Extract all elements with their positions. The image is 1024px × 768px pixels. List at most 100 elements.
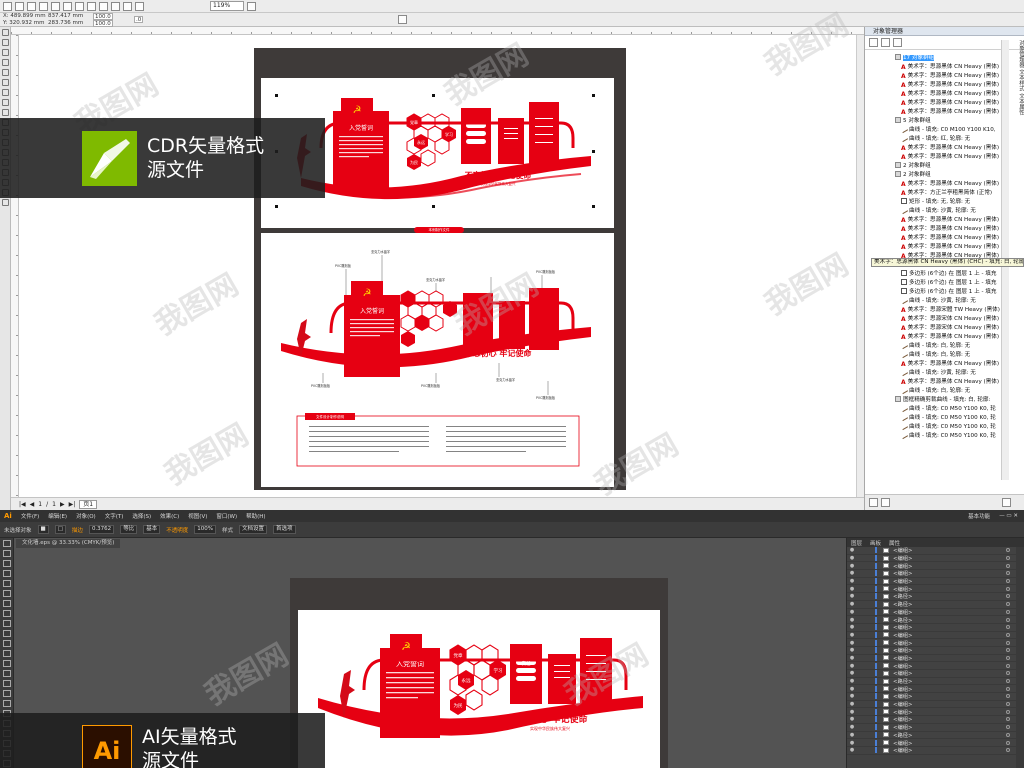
object-group-row[interactable]: 17 对象群组 <box>865 54 1005 63</box>
visibility-eye-icon[interactable]: ● <box>847 655 857 661</box>
object-row[interactable]: A 美术字：思源宋体 CN Heavy (黑体) <box>865 315 1005 324</box>
object-row[interactable]: A美术字：思源黑体 CN Heavy (黑体) <box>865 81 1005 90</box>
object-row[interactable]: 多边形 (6个边) 在 图层 1 上 - 填充 <box>865 288 1005 297</box>
width-tool-icon[interactable] <box>3 650 11 657</box>
visibility-eye-icon[interactable]: ● <box>847 593 857 599</box>
object-row[interactable]: A美术字：思源黑体 CN Heavy (黑体) <box>865 153 1005 162</box>
selection-handle[interactable] <box>592 94 595 97</box>
smart-fill-icon[interactable] <box>2 79 9 86</box>
gradient-tool-icon[interactable] <box>3 690 11 697</box>
target-circle-icon[interactable] <box>1006 655 1010 660</box>
visibility-eye-icon[interactable]: ● <box>847 640 857 646</box>
selection-handle[interactable] <box>592 205 595 208</box>
type-tool-icon[interactable] <box>3 580 11 587</box>
object-row[interactable]: 曲线 - 填充: 白, 轮廓: 无 <box>865 385 1005 396</box>
layer-row[interactable]: ● <路径> <box>847 616 1024 624</box>
full-screen-icon[interactable] <box>247 1 256 11</box>
visibility-eye-icon[interactable]: ● <box>847 693 857 699</box>
paste-icon[interactable] <box>75 1 84 11</box>
rotate-tool-icon[interactable] <box>3 630 11 637</box>
rectangle-tool-icon[interactable] <box>3 600 11 607</box>
new-master-layer-icon[interactable] <box>881 498 890 507</box>
object-row[interactable]: A美术字：思源黑体 CN Heavy (黑体) <box>865 243 1005 252</box>
target-circle-icon[interactable] <box>1006 717 1010 722</box>
layer-row[interactable]: ● <编组> <box>847 639 1024 647</box>
visibility-eye-icon[interactable]: ● <box>847 647 857 653</box>
target-circle-icon[interactable] <box>1006 632 1010 637</box>
selection-handle[interactable] <box>432 205 435 208</box>
visibility-eye-icon[interactable]: ● <box>847 709 857 715</box>
zoom-level-field[interactable]: 119% <box>210 1 244 11</box>
next-page-icon[interactable]: ▶ <box>60 501 65 508</box>
target-circle-icon[interactable] <box>1006 732 1010 737</box>
target-circle-icon[interactable] <box>1006 702 1010 707</box>
layer-row[interactable]: ● <编组> <box>847 547 1024 555</box>
target-circle-icon[interactable] <box>1006 725 1010 730</box>
menu-select[interactable]: 选择(S) <box>132 512 151 520</box>
window-controls[interactable]: — ▭ ✕ <box>999 513 1018 519</box>
visibility-eye-icon[interactable]: ● <box>847 617 857 623</box>
target-circle-icon[interactable] <box>1006 571 1010 576</box>
menu-view[interactable]: 视图(V) <box>188 512 207 520</box>
layer-row[interactable]: ● <编组> <box>847 647 1024 655</box>
layer-row[interactable]: ● <编组> <box>847 724 1024 732</box>
layer-row[interactable]: ● <编组> <box>847 670 1024 678</box>
layer-manager-view-icon[interactable] <box>893 38 902 47</box>
menu-type[interactable]: 文字(T) <box>105 512 124 520</box>
object-row[interactable]: A美术字：思源黑体 CN Heavy (黑体) <box>865 108 1005 117</box>
layer-row[interactable]: ● <路径> <box>847 678 1024 686</box>
crop-tool-icon[interactable] <box>2 49 9 56</box>
layer-row[interactable]: ● <编组> <box>847 739 1024 747</box>
copy-icon[interactable] <box>63 1 72 11</box>
cut-icon[interactable] <box>51 1 60 11</box>
layer-row[interactable]: ● <路径> <box>847 731 1024 740</box>
free-transform-icon[interactable] <box>3 660 11 667</box>
target-circle-icon[interactable] <box>1006 671 1010 676</box>
layer-row[interactable]: ● <路径> <box>847 593 1024 601</box>
target-circle-icon[interactable] <box>1006 694 1010 699</box>
menu-window[interactable]: 窗口(W) <box>216 512 237 520</box>
menu-effect[interactable]: 效果(C) <box>160 512 179 520</box>
layer-row[interactable]: ● <编组> <box>847 608 1024 617</box>
save-icon[interactable] <box>27 1 36 11</box>
height-value[interactable]: 283.736 mm <box>48 20 83 27</box>
tab-artboards[interactable]: 画板 <box>870 539 881 547</box>
prev-page-icon[interactable]: ◀ <box>30 501 35 508</box>
visibility-eye-icon[interactable]: ● <box>847 570 857 576</box>
selection-handle[interactable] <box>432 94 435 97</box>
paintbrush-icon[interactable] <box>3 610 11 617</box>
visibility-eye-icon[interactable]: ● <box>847 678 857 684</box>
visibility-eye-icon[interactable]: ● <box>847 555 857 561</box>
selection-handle[interactable] <box>592 150 595 153</box>
object-row[interactable]: 曲线 - 填充: C0 M50 Y100 K0, 轮 <box>865 421 1005 432</box>
stroke-weight-field[interactable]: 0.3762 <box>88 525 115 534</box>
opacity-field[interactable]: 100% <box>194 525 216 534</box>
visibility-eye-icon[interactable]: ● <box>847 601 857 607</box>
layer-row[interactable]: ● <编组> <box>847 662 1024 670</box>
target-circle-icon[interactable] <box>1006 679 1010 684</box>
target-circle-icon[interactable] <box>1006 602 1010 607</box>
target-circle-icon[interactable] <box>1006 663 1010 668</box>
layer-row[interactable]: ● <编组> <box>847 555 1024 563</box>
layer-row[interactable]: ● <编组> <box>847 685 1024 694</box>
stroke-label[interactable]: 描边 <box>72 526 83 534</box>
target-circle-icon[interactable] <box>1006 579 1010 584</box>
target-circle-icon[interactable] <box>1006 709 1010 714</box>
brush-definition[interactable]: 等比 <box>120 525 138 534</box>
selection-handle[interactable] <box>275 205 278 208</box>
polygon-tool-icon[interactable] <box>2 109 9 116</box>
target-circle-icon[interactable] <box>1006 617 1010 622</box>
object-group-row[interactable]: 图框精确剪裁曲线 - 填充: 白, 轮廓: <box>865 396 1005 405</box>
object-row[interactable]: 曲线 - 填充: 白, 轮廓: 无 <box>865 349 1005 360</box>
object-row[interactable]: 曲线 - 填充: 沙黄, 轮廓: 无 <box>865 205 1005 216</box>
last-page-icon[interactable]: ▶| <box>69 501 76 508</box>
new-document-icon[interactable] <box>3 1 12 11</box>
target-circle-icon[interactable] <box>1006 563 1010 568</box>
object-group-row[interactable]: 2 对象群组 <box>865 171 1005 180</box>
artboard-annotated[interactable]: ☭ 入党誓词 不忘初心 牢记使命 PVC雕刻板 亚克力水晶字 亚克力水晶字 PV… <box>261 233 614 487</box>
menu-file[interactable]: 文件(F) <box>21 512 39 520</box>
target-circle-icon[interactable] <box>1006 748 1010 753</box>
visibility-eye-icon[interactable]: ● <box>847 701 857 707</box>
object-row[interactable]: A美术字：思源黑体 CN Heavy (黑体) <box>865 378 1005 387</box>
workspace-switcher[interactable]: 基本功能 <box>968 512 990 520</box>
